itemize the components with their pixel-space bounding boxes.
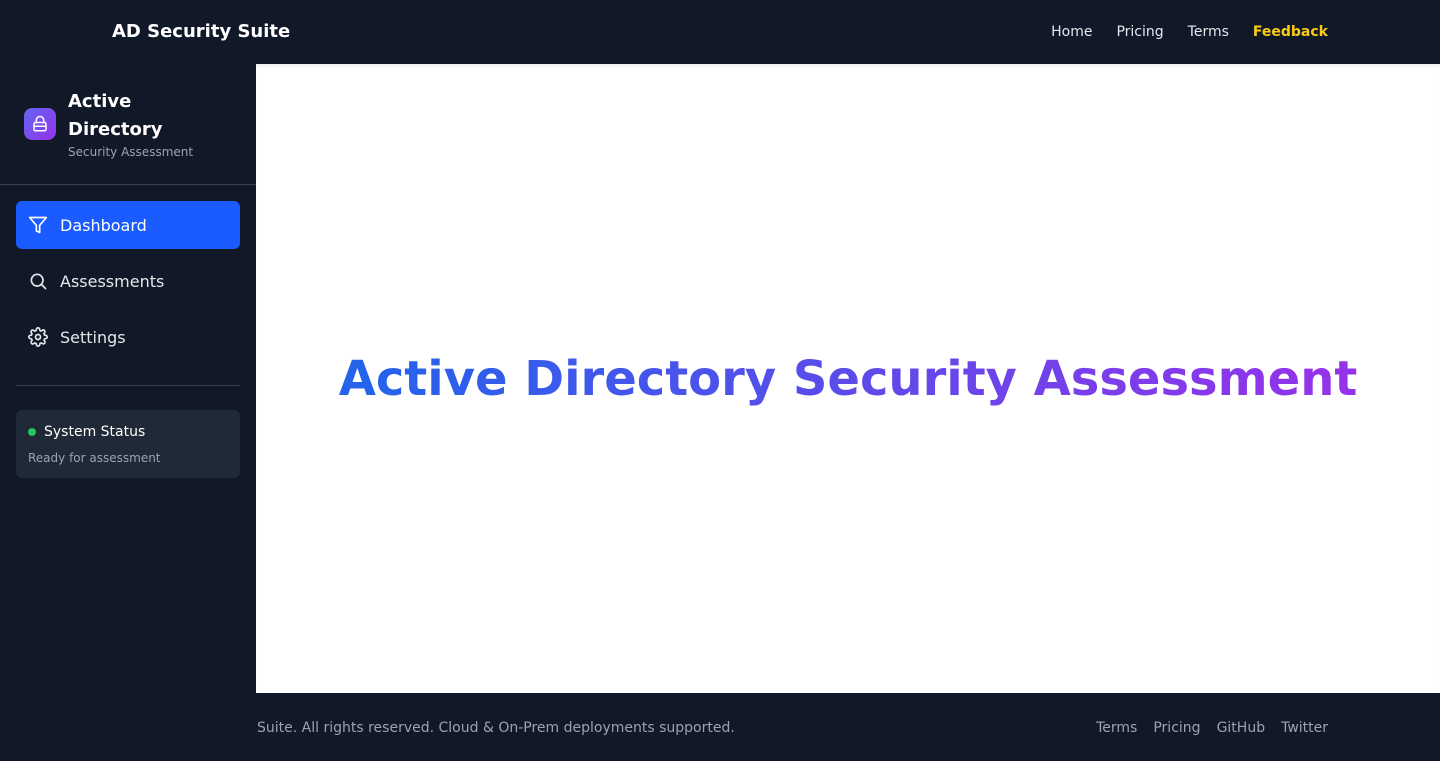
status-title: System Status <box>44 424 146 440</box>
page-title: Active Directory Security Assessment <box>256 349 1440 409</box>
sidebar-item-dashboard[interactable]: Dashboard <box>16 201 240 249</box>
sidebar-subtitle: Security Assessment <box>68 145 194 159</box>
nav-terms-link[interactable]: Terms <box>1188 22 1229 42</box>
sidebar-header: Active Directory Security Assessment <box>0 64 256 185</box>
sidebar-item-label: Dashboard <box>60 215 147 235</box>
brand-title[interactable]: AD Security Suite <box>112 20 290 44</box>
nav-pricing-link[interactable]: Pricing <box>1116 22 1163 42</box>
search-icon <box>28 271 48 291</box>
footer-twitter-link[interactable]: Twitter <box>1281 718 1328 738</box>
footer-pricing-link[interactable]: Pricing <box>1153 718 1200 738</box>
main-content: Active Directory Security Assessment <box>256 64 1440 693</box>
status-dot-icon <box>28 428 36 436</box>
footer-copyright: Suite. All rights reserved. Cloud & On-P… <box>257 720 735 736</box>
sidebar-item-settings[interactable]: Settings <box>16 313 240 361</box>
footer-github-link[interactable]: GitHub <box>1217 718 1266 738</box>
sidebar: Active Directory Security Assessment Das… <box>0 64 256 693</box>
footer: Suite. All rights reserved. Cloud & On-P… <box>0 693 1440 761</box>
status-text: Ready for assessment <box>28 451 161 465</box>
system-status-card: System Status Ready for assessment <box>16 410 240 478</box>
top-nav: Home Pricing Terms Feedback <box>1051 22 1328 42</box>
sidebar-item-label: Settings <box>60 327 126 347</box>
filter-icon <box>28 215 48 235</box>
sidebar-item-label: Assessments <box>60 271 165 291</box>
footer-terms-link[interactable]: Terms <box>1096 718 1137 738</box>
sidebar-divider <box>16 385 240 386</box>
sidebar-item-assessments[interactable]: Assessments <box>16 257 240 305</box>
top-navbar: AD Security Suite Home Pricing Terms Fee… <box>0 0 1440 64</box>
nav-home-link[interactable]: Home <box>1051 22 1092 42</box>
sidebar-title: Active Directory <box>68 91 163 140</box>
lock-icon <box>24 108 56 140</box>
gear-icon <box>28 327 48 347</box>
nav-feedback-link[interactable]: Feedback <box>1253 22 1328 42</box>
footer-links: Terms Pricing GitHub Twitter <box>1096 718 1328 738</box>
